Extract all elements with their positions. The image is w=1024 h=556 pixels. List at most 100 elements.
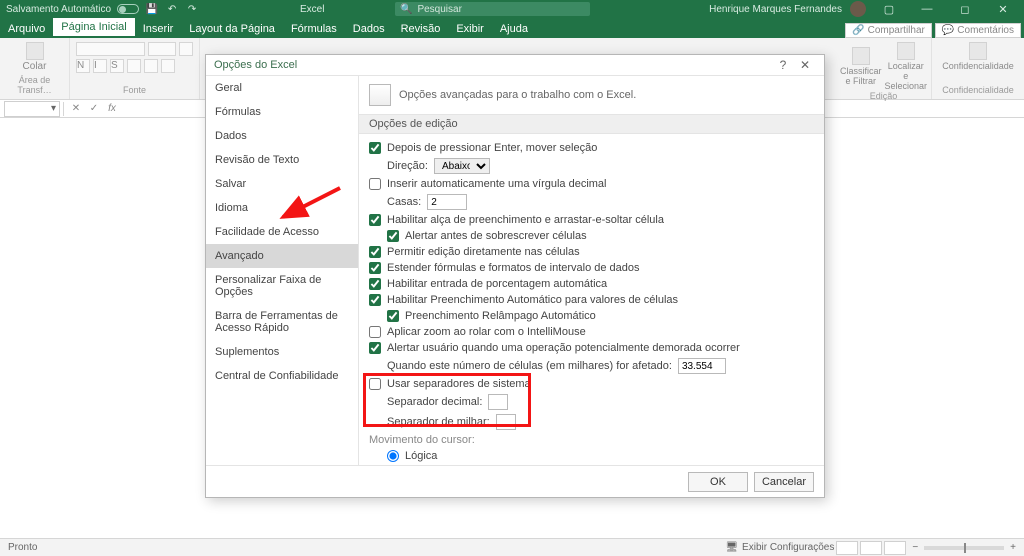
cat-data[interactable]: Dados xyxy=(206,124,358,148)
tab-help[interactable]: Ajuda xyxy=(492,20,536,38)
chk-edit-in-cell[interactable] xyxy=(369,246,381,258)
font-color-icon[interactable] xyxy=(161,59,175,73)
ribbon-tabs: Arquivo Página Inicial Inserir Layout da… xyxy=(0,18,1024,38)
zoom-in-icon[interactable]: + xyxy=(1010,542,1016,553)
ok-button[interactable]: OK xyxy=(688,472,748,492)
search-placeholder: Pesquisar xyxy=(417,4,461,15)
tab-data[interactable]: Dados xyxy=(345,20,393,38)
chk-fill-handle[interactable] xyxy=(369,214,381,226)
minimize-icon[interactable]: — xyxy=(912,0,942,18)
chk-enter-move[interactable] xyxy=(369,142,381,154)
dialog-help-icon[interactable]: ? xyxy=(772,58,794,72)
group-clipboard: Área de Transf… xyxy=(6,75,63,95)
inp-dec-sep[interactable] xyxy=(488,394,508,410)
group-confidentiality: Confidencialidade xyxy=(938,85,1018,95)
fx-icon[interactable]: fx xyxy=(103,103,121,114)
dialog-close-icon[interactable]: ✕ xyxy=(794,58,816,72)
lock-icon xyxy=(969,42,987,60)
font-name[interactable] xyxy=(76,42,145,56)
paste-icon xyxy=(26,42,44,60)
search-icon: 🔍 xyxy=(400,4,412,15)
name-box[interactable]: ▾ xyxy=(4,101,60,117)
search-box[interactable]: 🔍 Pesquisar xyxy=(395,2,590,16)
cat-addins[interactable]: Suplementos xyxy=(206,340,358,364)
group-editing: Edição xyxy=(842,91,925,101)
chk-alert-long[interactable] xyxy=(369,342,381,354)
cat-save[interactable]: Salvar xyxy=(206,172,358,196)
avatar[interactable] xyxy=(850,1,866,17)
maximize-icon[interactable]: ◻ xyxy=(950,0,980,18)
fill-color-icon[interactable] xyxy=(144,59,158,73)
rad-logical[interactable] xyxy=(387,450,399,462)
inp-places[interactable] xyxy=(427,194,467,210)
confidentiality-button[interactable]: Confidencialidade xyxy=(938,42,1018,71)
view-page-layout-icon[interactable] xyxy=(860,541,882,555)
cat-trust[interactable]: Central de Confiabilidade xyxy=(206,364,358,388)
cat-formulas[interactable]: Fórmulas xyxy=(206,100,358,124)
chk-extend-formats[interactable] xyxy=(369,262,381,274)
font-size[interactable] xyxy=(148,42,176,56)
group-font: Fonte xyxy=(76,85,193,95)
increase-font-icon[interactable] xyxy=(179,42,193,56)
paste-button[interactable]: Colar xyxy=(6,42,63,72)
chk-zoom-intelli[interactable] xyxy=(369,326,381,338)
share-button[interactable]: 🔗Compartilhar xyxy=(845,23,932,38)
chk-alert-overwrite[interactable] xyxy=(387,230,399,242)
sort-icon xyxy=(852,47,870,65)
tab-review[interactable]: Revisão xyxy=(393,20,449,38)
cancel-formula-icon[interactable]: ✕ xyxy=(67,103,85,114)
enter-formula-icon[interactable]: ✓ xyxy=(85,103,103,114)
bold-icon[interactable]: N xyxy=(76,59,90,73)
undo-icon[interactable]: ↶ xyxy=(165,2,179,16)
zoom-slider[interactable] xyxy=(924,546,1004,550)
user-name[interactable]: Henrique Marques Fernandes xyxy=(709,4,842,15)
sel-direction[interactable]: Abaixo xyxy=(434,158,490,174)
cat-language[interactable]: Idioma xyxy=(206,196,358,220)
inp-thou-sep[interactable] xyxy=(496,414,516,430)
cat-advanced[interactable]: Avançado xyxy=(206,244,358,268)
view-normal-icon[interactable] xyxy=(836,541,858,555)
app-name: Excel xyxy=(300,4,324,15)
ribbon-display-icon[interactable]: ▢ xyxy=(874,0,904,18)
save-icon[interactable]: 💾 xyxy=(145,2,159,16)
chk-system-sep[interactable] xyxy=(369,378,381,390)
view-page-break-icon[interactable] xyxy=(884,541,906,555)
inp-cells[interactable] xyxy=(678,358,726,374)
border-icon[interactable] xyxy=(127,59,141,73)
cat-ease[interactable]: Facilidade de Acesso xyxy=(206,220,358,244)
zoom-out-icon[interactable]: − xyxy=(912,542,918,553)
italic-icon[interactable]: I xyxy=(93,59,107,73)
share-icon: 🔗 xyxy=(852,25,864,36)
tab-file[interactable]: Arquivo xyxy=(0,20,53,38)
chk-insert-decimal[interactable] xyxy=(369,178,381,190)
chevron-down-icon: ▾ xyxy=(51,103,56,114)
cat-general[interactable]: Geral xyxy=(206,76,358,100)
sort-filter-button[interactable]: Classificar e Filtrar xyxy=(840,47,882,86)
cat-qat[interactable]: Barra de Ferramentas de Acesso Rápido xyxy=(206,304,358,340)
tab-home[interactable]: Página Inicial xyxy=(53,18,134,38)
cat-customize-ribbon[interactable]: Personalizar Faixa de Opções xyxy=(206,268,358,304)
display-settings-label[interactable]: Exibir Configurações xyxy=(742,542,834,553)
comments-button[interactable]: 💬Comentários xyxy=(935,23,1021,38)
close-icon[interactable]: ✕ xyxy=(988,0,1018,18)
autosave-toggle[interactable] xyxy=(117,4,139,14)
tab-page-layout[interactable]: Layout da Página xyxy=(181,20,283,38)
chk-percent-entry[interactable] xyxy=(369,278,381,290)
redo-icon[interactable]: ↷ xyxy=(185,2,199,16)
chk-autocomplete[interactable] xyxy=(369,294,381,306)
find-select-button[interactable]: Localizar e Selecionar xyxy=(885,42,928,91)
advanced-options-icon xyxy=(369,84,391,106)
tab-insert[interactable]: Inserir xyxy=(135,20,182,38)
display-settings-icon[interactable]: 🖥 xyxy=(725,542,738,553)
section-editing: Opções de edição xyxy=(359,114,824,134)
tab-view[interactable]: Exibir xyxy=(448,20,492,38)
tab-formulas[interactable]: Fórmulas xyxy=(283,20,345,38)
dialog-title: Opções do Excel xyxy=(214,59,297,71)
advanced-options-list[interactable]: Depois de pressionar Enter, mover seleçã… xyxy=(359,134,824,465)
cat-proofing[interactable]: Revisão de Texto xyxy=(206,148,358,172)
cancel-button[interactable]: Cancelar xyxy=(754,472,814,492)
autosave-label: Salvamento Automático xyxy=(6,4,111,15)
underline-icon[interactable]: S xyxy=(110,59,124,73)
pane-title: Opções avançadas para o trabalho com o E… xyxy=(399,89,636,101)
chk-flash-fill[interactable] xyxy=(387,310,399,322)
